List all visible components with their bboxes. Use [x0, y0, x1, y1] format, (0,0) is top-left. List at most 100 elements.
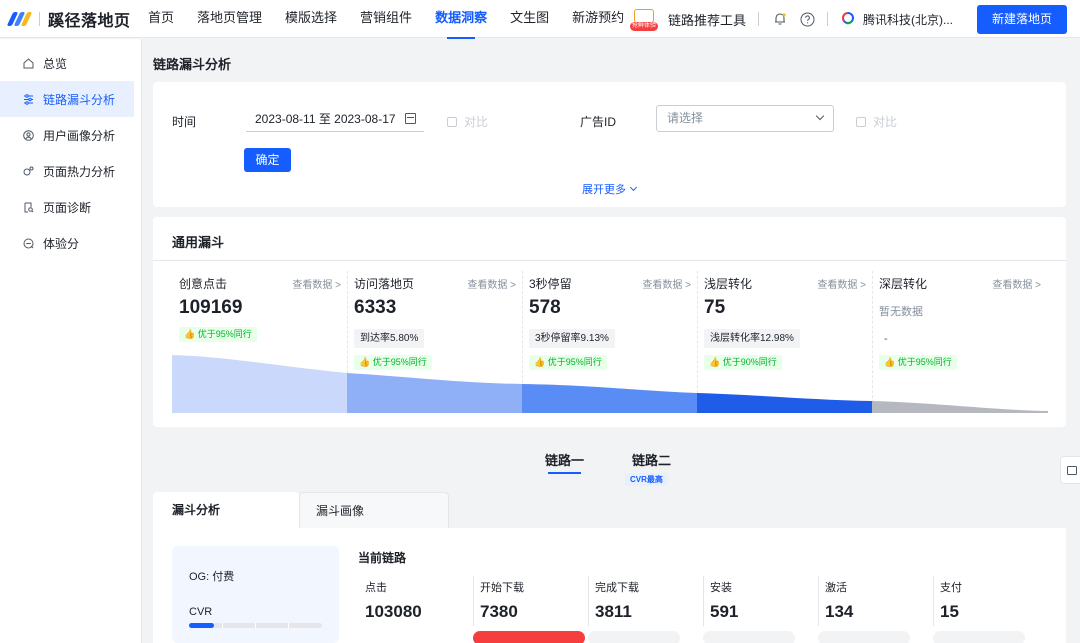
logo-icon	[6, 11, 33, 26]
analysis-tabs: 漏斗分析 漏斗画像	[153, 492, 1066, 528]
step-rate-pill	[588, 631, 680, 643]
view-data-link[interactable]: 查看数据 >	[292, 276, 341, 291]
stage-value: 578	[529, 297, 561, 318]
tool-badge-label: 抢鲜体验	[629, 22, 658, 31]
nav-item-game-reservation[interactable]: 新游预约	[572, 0, 624, 38]
view-data-link[interactable]: 查看数据 >	[817, 276, 866, 291]
tab-funnel-analysis[interactable]: 漏斗分析	[153, 492, 299, 528]
step-value: 134	[825, 602, 854, 621]
benchmark-text: 优于95%同行	[197, 329, 252, 339]
step-name: 激活	[825, 582, 847, 594]
page-title: 链路漏斗分析	[153, 57, 232, 72]
sidebar-item-experience-score[interactable]: 体验分	[0, 225, 141, 261]
step-rate-pill	[818, 631, 910, 643]
og-summary-box[interactable]: OG: 付费 CVR	[172, 546, 339, 643]
feedback-float-button[interactable]	[1060, 456, 1080, 484]
sidebar: 总览 链路漏斗分析 用户画像分析 页面热力分析 页面诊断 体验分	[0, 39, 142, 643]
sidebar-item-overview[interactable]: 总览	[0, 45, 141, 81]
logo-divider	[39, 11, 40, 26]
time-compare-checkbox[interactable]: 对比	[447, 113, 488, 130]
step-divider	[933, 576, 934, 626]
notification-bell-icon[interactable]	[771, 10, 789, 28]
step-divider	[703, 576, 704, 626]
nav-item-text-to-image[interactable]: 文生图	[510, 0, 549, 38]
stage-name: 创意点击	[179, 277, 228, 291]
view-data-link[interactable]: 查看数据 >	[642, 276, 691, 291]
tab-route-one[interactable]: 链路一	[545, 450, 584, 474]
step-value: 3811	[595, 602, 632, 621]
main-nav: 首页 落地页管理 模版选择 营销组件 数据洞察 文生图 新游预约	[148, 0, 647, 39]
conversion-rate-tag: 3秒停留率9.13%	[529, 329, 615, 348]
top-navbar: 蹊径落地页 首页 落地页管理 模版选择 营销组件 数据洞察 文生图 新游预约 抢…	[0, 0, 1080, 39]
brand-name: 蹊径落地页	[48, 12, 131, 30]
message-icon	[1067, 466, 1077, 475]
company-logo-icon	[840, 11, 856, 27]
step-name: 开始下载	[480, 582, 524, 594]
stage-name: 浅层转化	[704, 277, 753, 291]
sidebar-item-label: 用户画像分析	[43, 128, 116, 143]
sidebar-item-user-profile[interactable]: 用户画像分析	[0, 117, 141, 153]
og-label: OG: 付费	[189, 571, 235, 583]
step-value: 7380	[480, 602, 518, 621]
route-recommend-tool-link[interactable]: 链路推荐工具	[668, 10, 746, 29]
compare-label: 对比	[464, 115, 489, 129]
cvr-progress-fill	[189, 623, 215, 628]
date-range-picker[interactable]: 2023-08-11 至 2023-08-17	[246, 106, 424, 132]
sidebar-item-heatmap[interactable]: 页面热力分析	[0, 153, 141, 189]
route-step: 开始下载 7380	[473, 576, 588, 643]
nav-item-data-insights[interactable]: 数据洞察	[435, 0, 487, 39]
company-name: 腾讯科技(北京)...	[862, 12, 953, 27]
nav-item-landing-pages[interactable]: 落地页管理	[197, 0, 262, 38]
tab-funnel-profile[interactable]: 漏斗画像	[299, 492, 449, 528]
funnel-segment-visit	[347, 373, 522, 413]
tab-route-two[interactable]: 链路二	[632, 450, 671, 469]
funnel-segment-deep	[872, 401, 1048, 413]
current-route-title: 当前链路	[358, 551, 407, 565]
help-icon[interactable]	[799, 10, 817, 28]
route-step: 点击 103080	[358, 576, 473, 643]
funnel-segment-stay	[522, 384, 697, 413]
step-name: 完成下载	[595, 582, 639, 594]
checkbox-box-icon	[447, 116, 457, 127]
route-step: 安装 591	[703, 576, 818, 643]
checkbox-box-icon	[856, 116, 866, 127]
ad-compare-checkbox[interactable]: 对比	[856, 113, 897, 130]
step-value: 103080	[365, 602, 422, 621]
time-label: 时间	[172, 115, 197, 129]
route-tool-badge-icon[interactable]: 抢鲜体验	[629, 7, 658, 31]
expand-more-label: 展开更多	[582, 184, 626, 196]
step-value: 591	[710, 602, 739, 621]
sidebar-item-funnel-analysis[interactable]: 链路漏斗分析	[0, 81, 134, 117]
sidebar-item-label: 总览	[43, 56, 68, 71]
nav-item-templates[interactable]: 模版选择	[285, 0, 337, 38]
account-switcher[interactable]: 腾讯科技(北京)...	[840, 11, 953, 28]
sidebar-item-page-diagnosis[interactable]: 页面诊断	[0, 189, 141, 225]
sidebar-item-label: 链路漏斗分析	[43, 92, 116, 107]
view-data-link[interactable]: 查看数据 >	[992, 276, 1041, 291]
ad-id-select[interactable]: 请选择	[656, 105, 834, 132]
logo[interactable]: 蹊径落地页	[6, 7, 135, 31]
nav-item-marketing-components[interactable]: 营销组件	[360, 0, 412, 38]
nav-item-home[interactable]: 首页	[148, 0, 174, 38]
confirm-button[interactable]: 确定	[244, 148, 291, 172]
view-data-link[interactable]: 查看数据 >	[467, 276, 516, 291]
funnel-segment-shallow	[697, 393, 872, 413]
new-landing-page-button[interactable]: 新建落地页	[976, 4, 1067, 34]
stage-value: 75	[704, 297, 726, 318]
step-divider	[818, 576, 819, 626]
expand-more-link[interactable]: 展开更多	[582, 181, 638, 197]
step-alert-pill	[473, 631, 585, 643]
general-funnel-card: 通用漏斗 创意点击 查看数据 > 109169 👍 优于95%同行 访问落地页 …	[153, 217, 1066, 427]
benchmark-badge: 👍 优于95%同行	[179, 327, 257, 342]
nav-divider	[757, 12, 759, 26]
step-name: 支付	[940, 582, 962, 594]
stage-name: 深层转化	[879, 277, 928, 291]
step-name: 安装	[710, 582, 732, 594]
chevron-down-icon	[815, 111, 825, 121]
nav-divider	[826, 12, 828, 26]
filter-panel: 时间 2023-08-11 至 2023-08-17 对比 广告ID 请选择 对…	[153, 82, 1066, 207]
step-divider	[473, 576, 474, 626]
sidebar-item-label: 页面热力分析	[43, 164, 116, 179]
sidebar-item-label: 体验分	[43, 236, 80, 251]
card-divider	[153, 260, 1066, 261]
